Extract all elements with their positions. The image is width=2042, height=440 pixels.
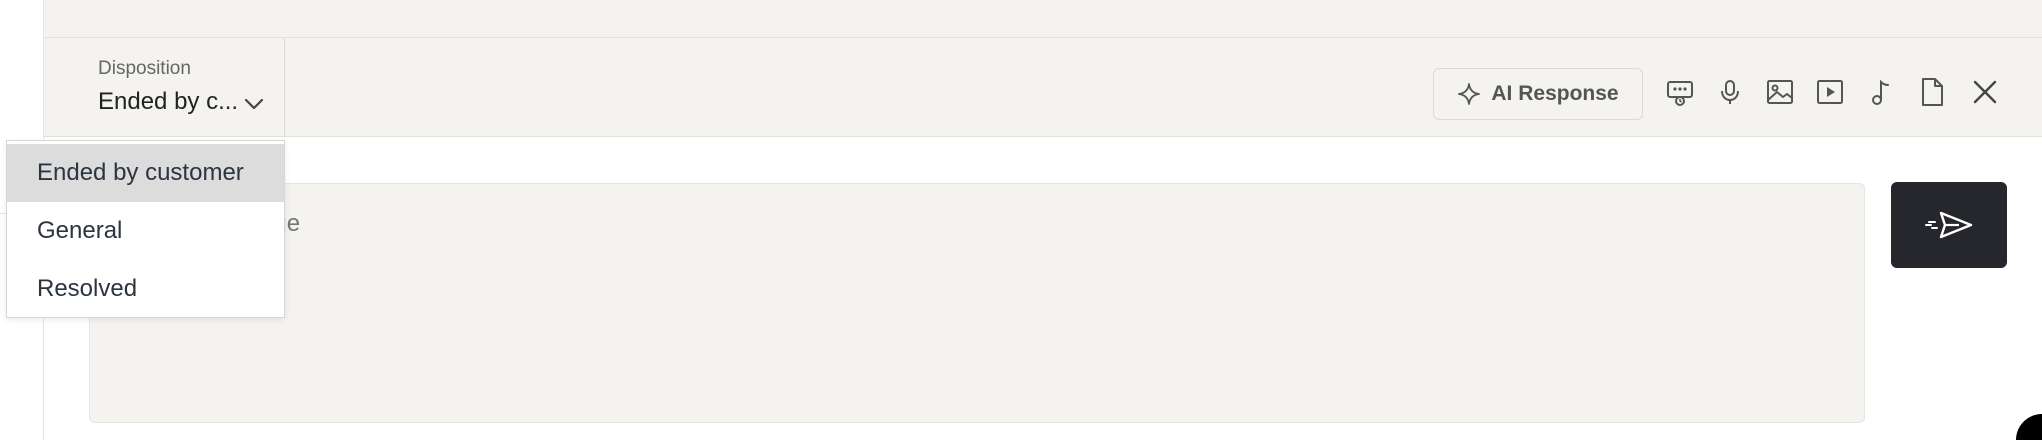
ai-response-label: AI Response (1491, 82, 1619, 105)
file-icon[interactable] (1916, 76, 1948, 108)
ai-sparkle-icon (1458, 83, 1481, 105)
video-icon[interactable] (1814, 76, 1846, 108)
disposition-value[interactable]: Ended by c... (98, 88, 238, 116)
canned-response-icon[interactable] (1664, 76, 1696, 108)
ai-response-button[interactable]: AI Response (1433, 68, 1643, 120)
dropdown-option-ended-by-customer[interactable]: Ended by customer (7, 144, 284, 202)
dropdown-option-general[interactable]: General (7, 202, 284, 260)
chat-composer-screen: Disposition Ended by c... AI Response Ty… (0, 0, 2042, 440)
message-input[interactable] (89, 183, 1865, 423)
composer-toolbar: Disposition Ended by c... AI Response (44, 38, 2042, 137)
dropdown-option-resolved[interactable]: Resolved (7, 260, 284, 318)
disposition-select[interactable]: Disposition Ended by c... (44, 38, 285, 137)
music-note-icon[interactable] (1864, 76, 1896, 108)
disposition-dropdown: Ended by customer General Resolved (6, 140, 285, 318)
disposition-label: Disposition (98, 58, 191, 79)
close-icon[interactable] (1969, 76, 2001, 108)
chevron-down-icon[interactable] (242, 92, 266, 116)
composer-area (44, 137, 2042, 440)
microphone-icon[interactable] (1714, 76, 1746, 108)
send-icon (1925, 211, 1973, 239)
top-band (44, 0, 2042, 38)
send-button[interactable] (1891, 182, 2007, 268)
image-icon[interactable] (1764, 76, 1796, 108)
